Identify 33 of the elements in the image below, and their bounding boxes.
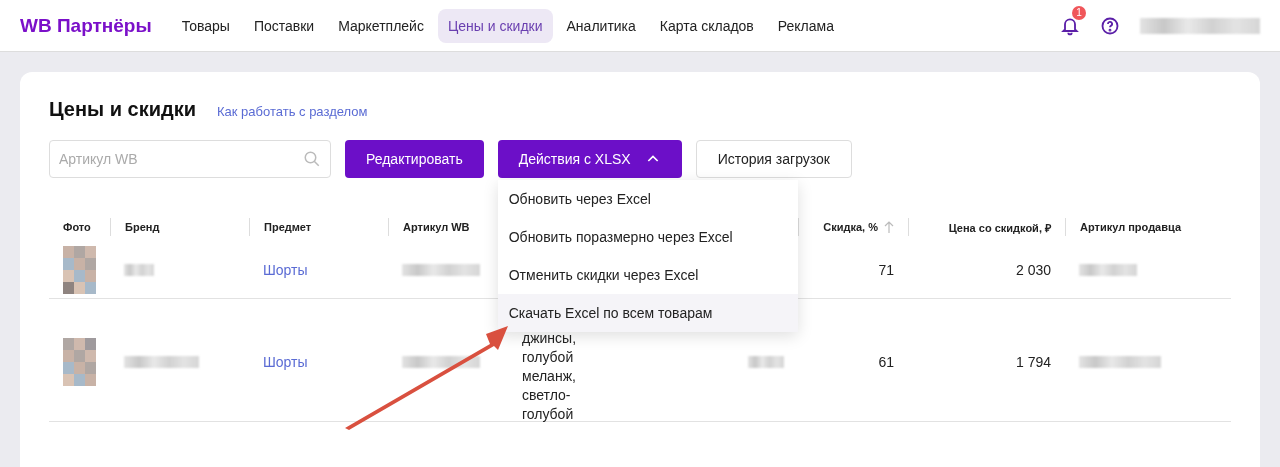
column-header: Цена со скидкой, ₽ xyxy=(948,220,1051,235)
column-header: Артикул WB xyxy=(403,221,470,233)
nav-tab[interactable]: Цены и скидки xyxy=(437,8,553,43)
price-cell: 2 030 xyxy=(1015,262,1051,278)
nav-tab[interactable]: Карта складов xyxy=(649,8,764,43)
menu-item[interactable]: Обновить поразмерно через Excel xyxy=(497,218,798,256)
nav-tab[interactable]: Аналитика xyxy=(556,8,646,43)
nav-tab[interactable]: Товары xyxy=(171,8,240,43)
page-title: Цены и скидки xyxy=(49,98,196,121)
logo[interactable]: WB Партнёры xyxy=(20,14,152,37)
column-header: Фото xyxy=(63,221,91,233)
history-button[interactable]: История загрузок xyxy=(695,140,852,178)
edit-button[interactable]: Редактировать xyxy=(345,140,484,178)
column-header: Артикул продавца xyxy=(1080,221,1181,233)
menu-item[interactable]: Обновить через Excel xyxy=(497,180,798,218)
dropdown-button[interactable]: Действия с XLSX xyxy=(497,140,682,178)
discount-cell: 71 xyxy=(878,262,894,278)
discount-cell: 61 xyxy=(878,353,894,370)
color-text: джинсы, голубой меланж, светло-голубой xyxy=(522,329,578,424)
subject-link[interactable]: Шорты xyxy=(263,353,308,370)
nav-tab[interactable]: Маркетплейс xyxy=(328,8,434,43)
nav-tab[interactable]: Поставки xyxy=(243,8,325,43)
column-header: Бренд xyxy=(125,221,160,233)
menu-item[interactable]: Отменить скидки через Excel xyxy=(497,256,798,294)
notification-badge: 1 xyxy=(1072,5,1086,20)
menu-item[interactable]: Скачать Excel по всем товарам xyxy=(497,294,798,332)
search-field[interactable]: Артикул WB xyxy=(49,140,331,178)
help-link[interactable]: Как работать с разделом xyxy=(217,104,368,119)
nav-tab[interactable]: Реклама xyxy=(767,8,844,43)
subject-link[interactable]: Шорты xyxy=(263,262,308,278)
price-cell: 1 794 xyxy=(1015,353,1051,370)
column-header: Скидка, % xyxy=(823,221,878,233)
column-header: Предмет xyxy=(264,221,312,233)
